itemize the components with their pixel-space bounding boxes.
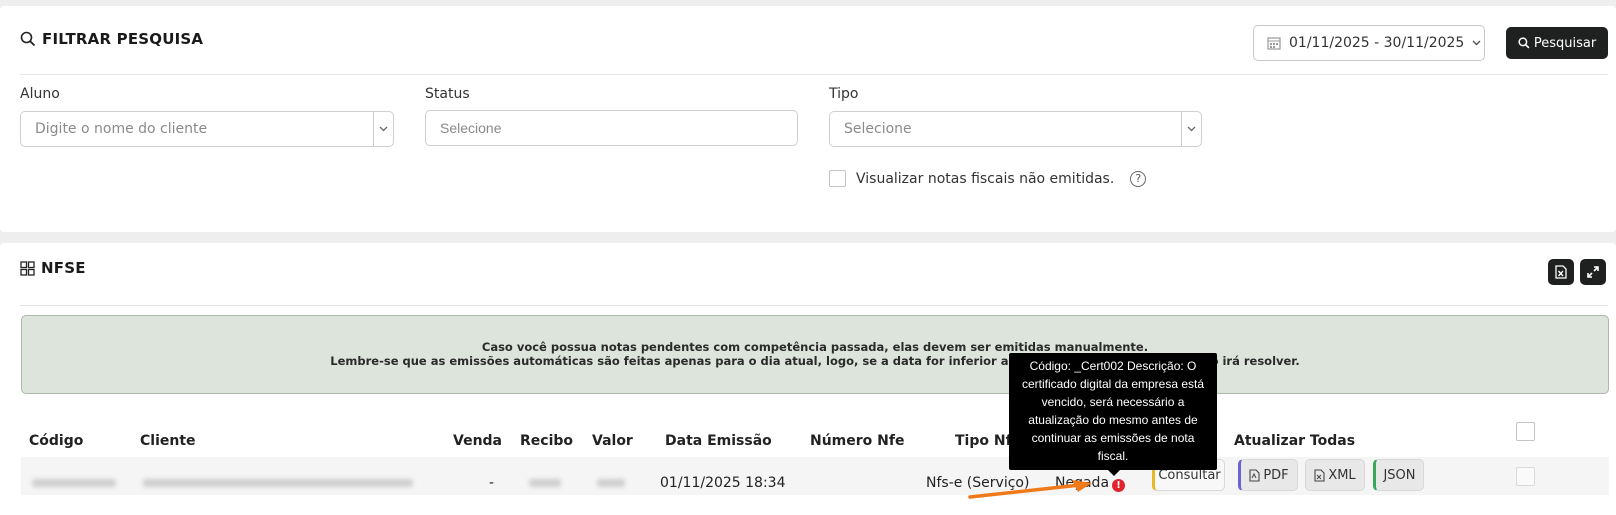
expand-icon	[1587, 266, 1599, 278]
chevron-down-icon[interactable]	[1181, 112, 1201, 146]
divider	[20, 305, 1608, 306]
tipo-select[interactable]: Selecione	[829, 111, 1202, 147]
expand-button[interactable]	[1580, 259, 1606, 285]
blurred-cliente	[143, 479, 413, 487]
nfse-title-text: NFSE	[41, 259, 86, 277]
blurred-valor	[597, 479, 625, 487]
help-icon[interactable]: ?	[1130, 170, 1147, 187]
cell-data-emissao: 01/11/2025 18:34	[660, 475, 786, 491]
search-button-label: Pesquisar	[1533, 35, 1597, 51]
col-codigo: Código	[29, 433, 84, 449]
filter-title-text: FILTRAR PESQUISA	[42, 30, 204, 48]
aluno-select[interactable]: Digite o nome do cliente	[20, 111, 394, 147]
nfse-title: NFSE	[20, 259, 86, 277]
export-excel-button[interactable]	[1548, 259, 1574, 285]
search-button[interactable]: Pesquisar	[1506, 27, 1608, 59]
annotation-arrow	[968, 480, 1092, 499]
error-icon[interactable]: !	[1112, 479, 1126, 492]
xml-button[interactable]: XML	[1305, 459, 1365, 491]
alert-line-2: Lembre-se que as emissões automáticas sã…	[330, 354, 1300, 368]
pdf-label: PDF	[1263, 467, 1289, 483]
blurred-recibo	[529, 479, 561, 487]
calendar-icon	[1267, 37, 1281, 50]
aluno-placeholder: Digite o nome do cliente	[35, 121, 208, 137]
status-select[interactable]: Selecione	[425, 110, 798, 146]
tooltip-arrow	[1108, 470, 1120, 476]
select-all-checkbox[interactable]	[1516, 422, 1535, 441]
status-placeholder: Selecione	[440, 120, 502, 136]
tipo-label: Tipo	[829, 86, 859, 102]
nfse-panel: NFSE Caso você possua notas pendentes co…	[0, 243, 1616, 515]
filter-title: FILTRAR PESQUISA	[20, 30, 203, 48]
col-atualizar-todas: Atualizar Todas	[1234, 433, 1356, 449]
xml-icon	[1314, 468, 1325, 482]
json-button[interactable]: JSON	[1373, 459, 1424, 491]
table-row	[21, 457, 1609, 495]
cell-venda: -	[489, 475, 495, 491]
status-label: Status	[425, 86, 470, 102]
chevron-down-icon[interactable]	[373, 112, 393, 146]
col-venda: Venda	[453, 433, 502, 449]
date-range-picker[interactable]: 01/11/2025 - 30/11/2025	[1253, 25, 1485, 61]
row-checkbox[interactable]	[1516, 467, 1535, 486]
alert-line-1: Caso você possua notas pendentes com com…	[481, 340, 1149, 354]
tipo-placeholder: Selecione	[844, 121, 912, 137]
col-data-emissao: Data Emissão	[665, 433, 772, 449]
json-label: JSON	[1383, 467, 1416, 483]
aluno-label: Aluno	[20, 86, 60, 102]
search-icon	[20, 31, 36, 47]
chevron-down-icon	[1472, 40, 1481, 46]
unissued-filter: Visualizar notas fiscais não emitidas. ?	[829, 170, 1147, 187]
col-cliente: Cliente	[140, 433, 196, 449]
pdf-button[interactable]: PDF	[1238, 459, 1298, 491]
pending-notes-alert: Caso você possua notas pendentes com com…	[21, 315, 1609, 394]
filter-panel: FILTRAR PESQUISA 01/11/2025 - 30/11/2025…	[0, 6, 1616, 232]
search-icon	[1518, 37, 1530, 49]
col-recibo: Recibo	[520, 433, 574, 449]
grid-icon	[20, 260, 35, 276]
col-numero-nfe: Número Nfe	[810, 433, 905, 449]
error-tooltip: Código: _Cert002 Descrição: O certificad…	[1009, 353, 1217, 470]
blurred-codigo	[32, 479, 116, 487]
pdf-icon	[1249, 468, 1260, 482]
divider	[20, 74, 1608, 75]
xml-label: XML	[1328, 467, 1356, 483]
col-valor: Valor	[592, 433, 633, 449]
unissued-checkbox[interactable]	[829, 170, 846, 187]
excel-icon	[1555, 265, 1567, 279]
unissued-checkbox-label: Visualizar notas fiscais não emitidas.	[856, 170, 1115, 187]
date-range-value: 01/11/2025 - 30/11/2025	[1289, 35, 1465, 51]
